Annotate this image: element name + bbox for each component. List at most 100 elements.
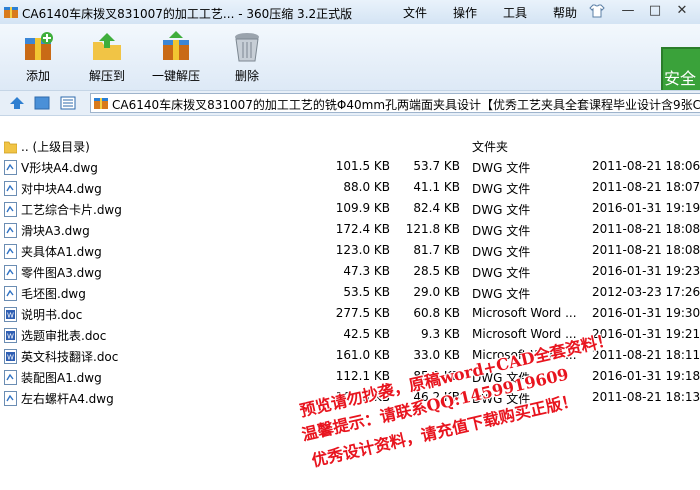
menu-tools[interactable]: 工具 [503, 4, 527, 21]
file-date: 2016-01-31 19:19 [592, 201, 700, 215]
dwg-file-icon [4, 265, 17, 280]
file-name: 英文科技翻译.doc [21, 350, 119, 364]
dwg-file-icon [4, 160, 17, 175]
dwg-file-icon [4, 223, 17, 238]
detail-view-icon[interactable] [60, 95, 76, 111]
add-button[interactable]: 添加 [10, 26, 66, 88]
dwg-file-icon [4, 286, 17, 301]
delete-trash-icon [235, 33, 259, 62]
file-name: 对中块A4.dwg [21, 182, 102, 196]
file-type: DWG 文件 [472, 161, 531, 175]
one-click-extract-label: 一键解压 [151, 69, 200, 83]
file-date: 2016-01-31 19:30 [592, 306, 700, 320]
file-name: V形块A4.dwg [21, 161, 98, 175]
file-date: 2016-01-31 19:21 [592, 327, 700, 341]
dwg-file-icon [4, 391, 17, 406]
file-row[interactable]: W 英文科技翻译.doc 161.0 KB 33.0 KB Microsoft Word… [0, 346, 700, 367]
skin-shirt-icon[interactable] [589, 3, 605, 19]
file-row[interactable]: 毛坯图.dwg 53.5 KB 29.0 KB DWG 文件 2012-03-23 17… [0, 283, 700, 304]
file-row[interactable]: 零件图A3.dwg 47.3 KB 28.5 KB DWG 文件 2016-01-31 … [0, 262, 700, 283]
file-size: 88.0 KB [343, 180, 390, 194]
file-date: 2011-08-21 18:08 [592, 243, 700, 257]
up-arrow-icon[interactable] [9, 95, 25, 111]
extract-to-button[interactable]: 解压到 [79, 26, 135, 88]
file-packed-size: 46.2 KB [413, 390, 460, 404]
file-type: DWG 文件 [472, 371, 531, 385]
file-name: .. (上级目录) [21, 140, 90, 154]
one-click-extract-button[interactable]: 一键解压 [148, 26, 204, 88]
file-size: 53.5 KB [343, 285, 390, 299]
path-field[interactable]: CA6140车床拨叉831007的加工工艺的铣Φ40mm孔两端面夹具设计【优秀工… [90, 93, 700, 113]
delete-label: 删除 [234, 69, 259, 83]
file-row[interactable]: 左右螺杆A4.dwg 100.5 KB 46.2 KB DWG 文件 2011-08-2… [0, 388, 700, 409]
file-packed-size: 82.4 KB [413, 201, 460, 215]
security-badge-text: 安全 [664, 69, 696, 88]
file-row[interactable]: 夹具体A1.dwg 123.0 KB 81.7 KB DWG 文件 2011-08-21… [0, 241, 700, 262]
svg-text:W: W [7, 333, 14, 341]
file-date: 2011-08-21 18:08 [592, 222, 700, 236]
file-name: 选题审批表.doc [21, 329, 107, 343]
file-type: DWG 文件 [472, 224, 531, 238]
address-bar: CA6140车床拨叉831007的加工工艺的铣Φ40mm孔两端面夹具设计【优秀工… [0, 90, 700, 116]
file-size: 100.5 KB [335, 390, 390, 404]
large-icon-view-icon[interactable] [34, 95, 50, 111]
file-name: 零件图A3.dwg [21, 266, 102, 280]
file-date: 2011-08-21 18:13 [592, 390, 700, 404]
file-size: 112.1 KB [335, 369, 390, 383]
file-size: 172.4 KB [335, 222, 390, 236]
archive-icon [94, 98, 108, 109]
file-row[interactable]: 装配图A1.dwg 112.1 KB 85.0 KB DWG 文件 2016-01-31… [0, 367, 700, 388]
toolbar: 添加 解压到 一键解压 删除 安全 [0, 24, 700, 106]
file-packed-size: 53.7 KB [413, 159, 460, 173]
file-size: 101.5 KB [335, 159, 390, 173]
file-packed-size: 41.1 KB [413, 180, 460, 194]
file-type: DWG 文件 [472, 245, 531, 259]
file-type: Microsoft Word ... [472, 327, 577, 341]
file-date: 2016-01-31 19:18 [592, 369, 700, 383]
menu-file[interactable]: 文件 [403, 4, 427, 21]
file-row[interactable]: 对中块A4.dwg 88.0 KB 41.1 KB DWG 文件 2011-08-21 … [0, 178, 700, 199]
minimize-button[interactable]: — [618, 2, 638, 20]
file-name: 左右螺杆A4.dwg [21, 392, 114, 406]
file-packed-size: 85.0 KB [413, 369, 460, 383]
file-packed-size: 60.8 KB [413, 306, 460, 320]
doc-file-icon: W [4, 349, 17, 364]
file-type: DWG 文件 [472, 203, 531, 217]
doc-file-icon: W [4, 328, 17, 343]
file-name: 毛坯图.dwg [21, 287, 86, 301]
file-row[interactable]: W 选题审批表.doc 42.5 KB 9.3 KB Microsoft Word ..… [0, 325, 700, 346]
file-date: 2011-08-21 18:07 [592, 180, 700, 194]
add-archive-icon [25, 32, 53, 60]
file-row[interactable]: V形块A4.dwg 101.5 KB 53.7 KB DWG 文件 2011-08-21… [0, 157, 700, 178]
path-text: CA6140车床拨叉831007的加工工艺的铣Φ40mm孔两端面夹具设计【优秀工… [112, 98, 700, 112]
file-type: DWG 文件 [472, 182, 531, 196]
dwg-file-icon [4, 244, 17, 259]
file-row[interactable]: 工艺综合卡片.dwg 109.9 KB 82.4 KB DWG 文件 2016-01-3… [0, 199, 700, 220]
file-packed-size: 33.0 KB [413, 348, 460, 362]
extract-to-icon [93, 33, 121, 60]
file-type: DWG 文件 [472, 287, 531, 301]
close-button[interactable]: ✕ [672, 2, 692, 20]
window-title: CA6140车床拨叉831007的加工工艺... - 360压缩 3.2正式版 [22, 7, 353, 21]
file-type: 文件夹 [472, 140, 509, 154]
delete-button[interactable]: 删除 [219, 26, 275, 88]
file-name: 滑块A3.dwg [21, 224, 90, 238]
file-row[interactable]: 滑块A3.dwg 172.4 KB 121.8 KB DWG 文件 2011-08-21… [0, 220, 700, 241]
file-date: 2011-08-21 18:11 [592, 348, 700, 362]
file-size: 123.0 KB [335, 243, 390, 257]
file-date: 2016-01-31 19:23 [592, 264, 700, 278]
maximize-button[interactable]: □ [645, 2, 665, 20]
file-size: 277.5 KB [335, 306, 390, 320]
file-row[interactable]: W 说明书.doc 277.5 KB 60.8 KB Microsoft Word ..… [0, 304, 700, 325]
file-type: Microsoft Word ... [472, 306, 577, 320]
file-size: 161.0 KB [335, 348, 390, 362]
app-logo-icon [4, 7, 18, 18]
file-name: 说明书.doc [21, 308, 83, 322]
file-row[interactable]: .. (上级目录) 文件夹 [0, 136, 700, 157]
file-packed-size: 9.3 KB [421, 327, 460, 341]
folder-icon [4, 141, 17, 154]
menu-operation[interactable]: 操作 [453, 4, 477, 21]
menu-help[interactable]: 帮助 [553, 4, 577, 21]
svg-text:W: W [7, 354, 14, 362]
dwg-file-icon [4, 370, 17, 385]
